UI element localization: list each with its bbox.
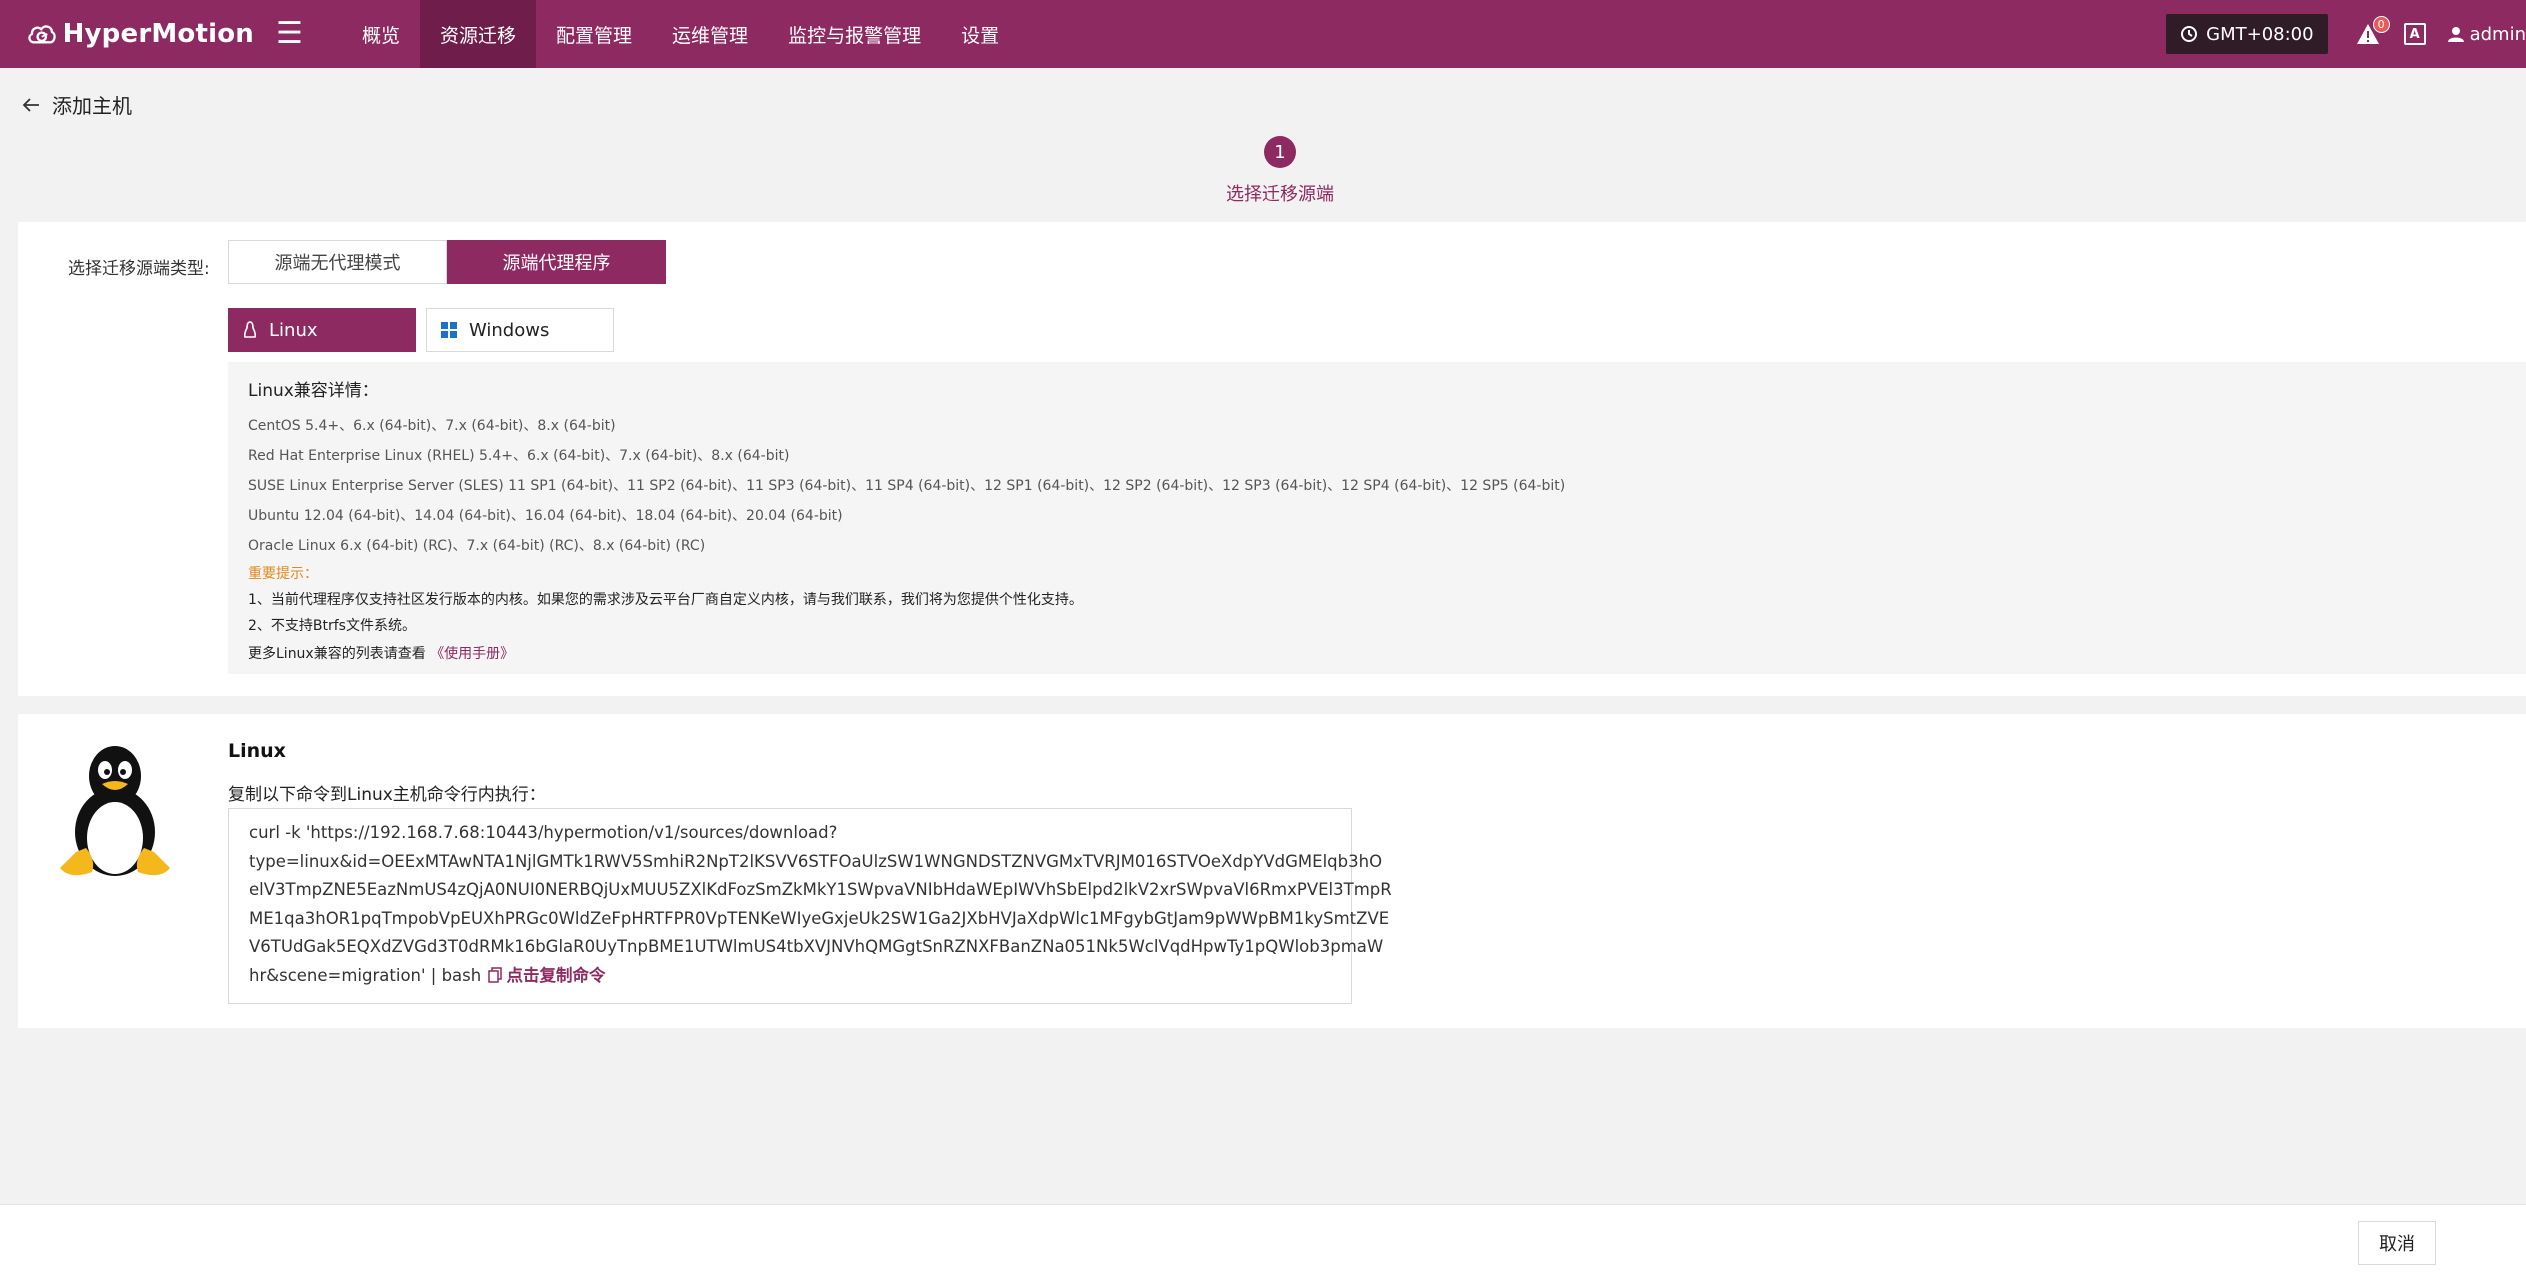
brand-name: HyperMotion [62,19,254,49]
timezone-indicator[interactable]: GMT+08:00 [2166,14,2328,54]
cloud-logo-icon [28,25,56,44]
user-manual-link[interactable]: 《使用手册》 [430,646,514,662]
install-os-title: Linux [228,740,286,762]
nav-ops-management[interactable]: 运维管理 [652,0,768,68]
linux-penguin-icon [60,746,170,876]
command-line: ME1qa3hOR1pqTmpobVpEUXhPRGc0WldZeFpHRTFP… [249,908,1390,928]
agentless-mode-button[interactable]: 源端无代理模式 [228,240,447,284]
tab-linux[interactable]: Linux [228,308,416,352]
user-menu[interactable]: admin [2447,23,2526,45]
user-icon [2447,27,2464,42]
install-command-card: Linux 复制以下命令到Linux主机命令行内执行： curl -k 'htt… [18,714,2526,1028]
clock-icon [2181,26,2198,42]
step-indicator: 1 选择迁移源端 [1180,136,1380,206]
menu-toggle-icon[interactable]: ☰ [276,19,306,49]
compat-title: Linux兼容详情： [248,381,379,401]
step-number: 1 [1264,136,1296,168]
arrow-left-icon [22,97,39,112]
install-command-box[interactable]: curl -k 'https://192.168.7.68:10443/hype… [228,808,1392,1004]
nav-config-management[interactable]: 配置管理 [536,0,652,68]
alert-count-badge: 0 [2372,16,2390,33]
linux-icon [243,321,257,338]
footer-bar: 取消 [0,1204,2526,1272]
tip-line-btrfs: 2、不支持Btrfs文件系统。 [248,618,416,634]
nav-monitoring-alerts[interactable]: 监控与报警管理 [768,0,941,68]
command-line: hr&scene=migration' | bash [249,965,482,985]
nav-overview[interactable]: 概览 [342,0,420,68]
compat-line-oracle: Oracle Linux 6.x (64-bit) (RC)、7.x (64-b… [248,538,706,554]
tab-windows[interactable]: Windows [426,308,614,352]
os-tabs: Linux Windows [228,308,624,352]
top-right-tools: GMT+08:00 0 A admin [2166,0,2526,68]
compat-line-rhel: Red Hat Enterprise Linux (RHEL) 5.4+、6.x… [248,448,790,464]
tip-line-kernel: 1、当前代理程序仅支持社区发行版本的内核。如果您的需求涉及云平台厂商自定义内核，… [248,592,1083,608]
copy-command-label: 点击复制命令 [506,965,606,985]
compat-line-sles: SUSE Linux Enterprise Server (SLES) 11 S… [248,478,1566,494]
command-line: V6TUdGak5EQXdZVGd3T0dRMk16bGlaR0UyTnpBME… [249,937,1384,957]
page-title: 添加主机 [52,94,132,118]
tab-windows-label: Windows [469,319,550,341]
compat-line-centos: CentOS 5.4+、6.x (64-bit)、7.x (64-bit)、8.… [248,418,616,434]
tab-linux-label: Linux [269,319,318,341]
source-type-card: 选择迁移源端类型: 源端无代理模式 源端代理程序 Linux Windows L… [18,222,2526,696]
windows-icon [441,322,457,338]
user-name: admin [2469,23,2526,45]
command-line: type=linux&id=OEExMTAwNTA1NjlGMTk1RWV5Sm… [249,851,1383,871]
alert-button[interactable]: 0 [2356,16,2390,46]
nav-resource-migration[interactable]: 资源迁移 [420,0,537,68]
copy-command-button[interactable]: 点击复制命令 [486,966,605,985]
command-line: elV3TmpZNE5EazNmUS4zQjA0NUI0NERBQjUxMUU5… [249,880,1392,900]
nav-settings[interactable]: 设置 [941,0,1019,68]
cancel-button[interactable]: 取消 [2358,1221,2436,1265]
timezone-label: GMT+08:00 [2206,23,2314,45]
step-label: 选择迁移源端 [1226,184,1334,205]
top-navbar: HyperMotion ☰ 概览 资源迁移 配置管理 运维管理 监控与报警管理 … [0,0,2526,68]
copy-icon [488,967,503,983]
brand-logo[interactable]: HyperMotion [26,8,254,60]
important-tip-title: 重要提示： [248,566,318,582]
source-type-label: 选择迁移源端类型: [68,259,210,279]
language-icon[interactable]: A [2403,23,2426,45]
more-compat-note: 更多Linux兼容的列表请查看 《使用手册》 [248,639,2506,669]
command-line: curl -k 'https://192.168.7.68:10443/hype… [249,823,838,842]
compat-line-ubuntu: Ubuntu 12.04 (64-bit)、14.04 (64-bit)、16.… [248,508,843,524]
compatibility-panel: Linux兼容详情： CentOS 5.4+、6.x (64-bit)、7.x … [228,362,2526,674]
install-instruction: 复制以下命令到Linux主机命令行内执行： [228,785,546,805]
more-compat-text: 更多Linux兼容的列表请查看 [248,646,426,662]
back-link[interactable]: 添加主机 [22,90,132,119]
command-last-line: hr&scene=migration' | bash 点击复制命令 [249,962,1331,991]
source-type-selector: 源端无代理模式 源端代理程序 [228,240,666,284]
main-nav: 概览 资源迁移 配置管理 运维管理 监控与报警管理 设置 [342,0,1019,68]
agent-mode-button[interactable]: 源端代理程序 [447,240,666,284]
